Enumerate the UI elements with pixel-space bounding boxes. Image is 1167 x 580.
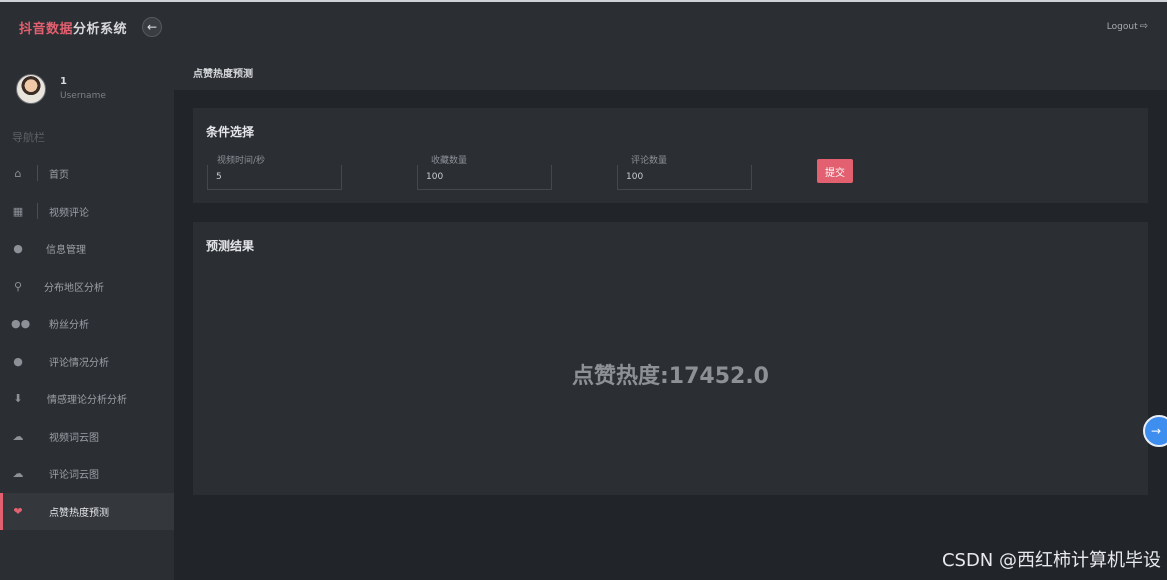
sidebar-item-info-management[interactable]: ● 信息管理 (0, 230, 174, 268)
cloud-upload-icon: ☁ (12, 429, 24, 443)
sidebar-item-sentiment-analysis[interactable]: ⬇ 情感理论分析分析 (0, 380, 174, 418)
condition-panel: 条件选择 视频时间/秒 收藏数量 评论数量 提交 (193, 108, 1148, 203)
sidebar-item-label: 点赞热度预测 (49, 507, 109, 519)
sidebar-item-comment-wordcloud[interactable]: ☁ 评论词云图 (0, 455, 174, 493)
logout-label: Logout (1106, 21, 1138, 32)
flask-icon: ⬇ (13, 392, 23, 406)
page-header: 点赞热度预测 (174, 52, 1167, 90)
video-duration-input[interactable] (207, 165, 342, 190)
arrow-left-icon: ← (146, 20, 158, 34)
sidebar-item-label: 首页 (49, 170, 69, 182)
arrow-icon: → (1151, 424, 1162, 438)
brand-rest: 分析系统 (73, 22, 128, 37)
favorites-count-input[interactable] (417, 165, 552, 190)
sidebar-toggle-button[interactable]: ← (142, 17, 162, 37)
floating-action-button[interactable]: → (1143, 415, 1167, 447)
heart-icon: ❤ (13, 504, 23, 518)
sidebar-item-label: 情感理论分析分析 (47, 395, 127, 407)
logout-icon: ⇨ (1139, 21, 1148, 32)
sidebar: 1 Username 导航栏 ⌂ 首页 ▦ 视频评论 ● 信息管理 ⚲ 分布地区… (0, 52, 174, 580)
watermark: CSDN @西红柿计算机毕设 (941, 550, 1161, 571)
sidebar-item-like-prediction[interactable]: ❤ 点赞热度预测 (0, 492, 174, 530)
comment-icon: ● (13, 354, 23, 368)
cloud-upload-icon: ☁ (12, 467, 24, 481)
user-profile: 1 Username (0, 52, 174, 122)
sidebar-item-label: 信息管理 (46, 245, 86, 257)
submit-button[interactable]: 提交 (817, 159, 853, 183)
grid-icon: ▦ (12, 202, 38, 219)
sidebar-item-label: 视频词云图 (49, 432, 99, 444)
users-icon: ●● (11, 317, 31, 331)
sidebar-item-label: 分布地区分析 (44, 282, 104, 294)
nav-title: 导航栏 (12, 131, 45, 144)
user-id: 1 (60, 76, 67, 87)
top-bar: 抖音数据分析系统 ← Logout ⇨ (0, 0, 1167, 52)
sidebar-item-label: 评论情况分析 (49, 357, 109, 369)
comments-count-input[interactable] (617, 165, 752, 190)
result-panel: 预测结果 点赞热度:17452.0 (193, 222, 1148, 495)
map-pin-icon: ⚲ (13, 279, 23, 293)
sidebar-item-label: 评论词云图 (49, 470, 99, 482)
sidebar-item-label: 视频评论 (49, 207, 89, 219)
avatar[interactable] (16, 74, 46, 104)
page-title: 点赞热度预测 (193, 69, 253, 80)
sidebar-item-region-analysis[interactable]: ⚲ 分布地区分析 (0, 268, 174, 306)
user-role: Username (60, 91, 106, 101)
sidebar-item-video-comments[interactable]: ▦ 视频评论 (0, 193, 174, 231)
logout-link[interactable]: Logout ⇨ (1107, 21, 1148, 32)
sidebar-item-fans-analysis[interactable]: ●● 粉丝分析 (0, 305, 174, 343)
result-panel-title: 预测结果 (206, 239, 255, 253)
prediction-result: 点赞热度:17452.0 (571, 364, 769, 389)
user-icon: ● (13, 242, 23, 256)
app-brand[interactable]: 抖音数据分析系统 (19, 18, 127, 37)
sidebar-item-label: 粉丝分析 (49, 320, 89, 332)
home-icon: ⌂ (11, 165, 38, 182)
sidebar-item-comment-analysis[interactable]: ● 评论情况分析 (0, 343, 174, 381)
sidebar-item-video-wordcloud[interactable]: ☁ 视频词云图 (0, 418, 174, 456)
brand-highlight: 抖音数据 (19, 22, 74, 37)
sidebar-item-home[interactable]: ⌂ 首页 (0, 155, 174, 193)
condition-panel-title: 条件选择 (206, 125, 255, 139)
nav-list: ⌂ 首页 ▦ 视频评论 ● 信息管理 ⚲ 分布地区分析 ●● 粉丝分析 ● 评论… (0, 155, 174, 530)
